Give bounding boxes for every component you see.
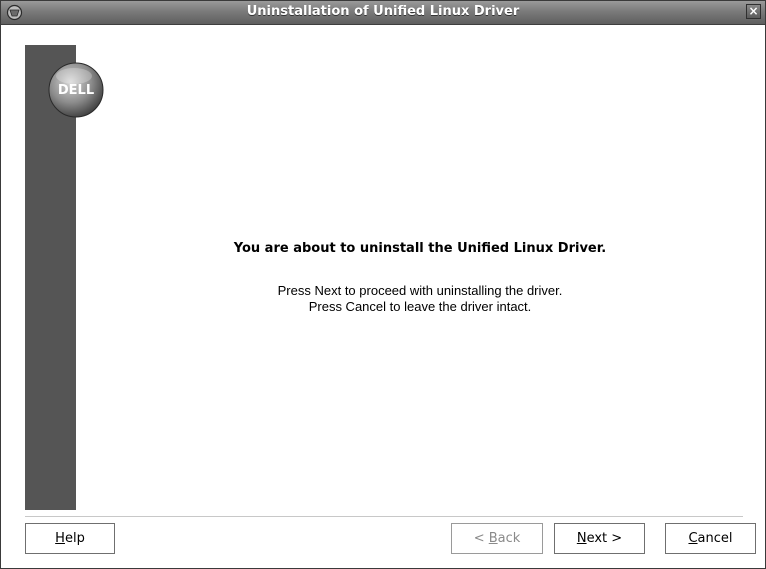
next-button[interactable]: Next > [554, 523, 645, 554]
help-button-mnemonic: H [55, 531, 65, 546]
instruction-next: Press Next to proceed with uninstalling … [277, 283, 563, 298]
button-divider [25, 516, 743, 517]
back-button-label: ack [497, 531, 521, 546]
installer-window: Uninstallation of Unified Linux Driver ×… [0, 0, 766, 569]
content-panel [77, 25, 763, 510]
back-button-prefix: < [473, 531, 489, 546]
next-button-mnemonic: N [576, 531, 587, 546]
help-button[interactable]: Help [25, 523, 115, 554]
cancel-button-label: ancel [697, 531, 733, 546]
uninstall-headline: You are about to uninstall the Unified L… [233, 241, 607, 256]
instruction-cancel: Press Cancel to leave the driver intact. [308, 299, 532, 314]
back-button-mnemonic: B [488, 531, 498, 546]
close-icon[interactable]: × [746, 4, 761, 19]
window-title: Uninstallation of Unified Linux Driver [246, 4, 520, 19]
cancel-button-mnemonic: C [688, 531, 698, 546]
cancel-button[interactable]: Cancel [665, 523, 756, 554]
back-button[interactable]: < Back [451, 523, 543, 554]
title-bar[interactable]: Uninstallation of Unified Linux Driver × [1, 1, 765, 25]
help-button-label: elp [64, 531, 85, 546]
next-button-label: ext > [586, 531, 623, 546]
